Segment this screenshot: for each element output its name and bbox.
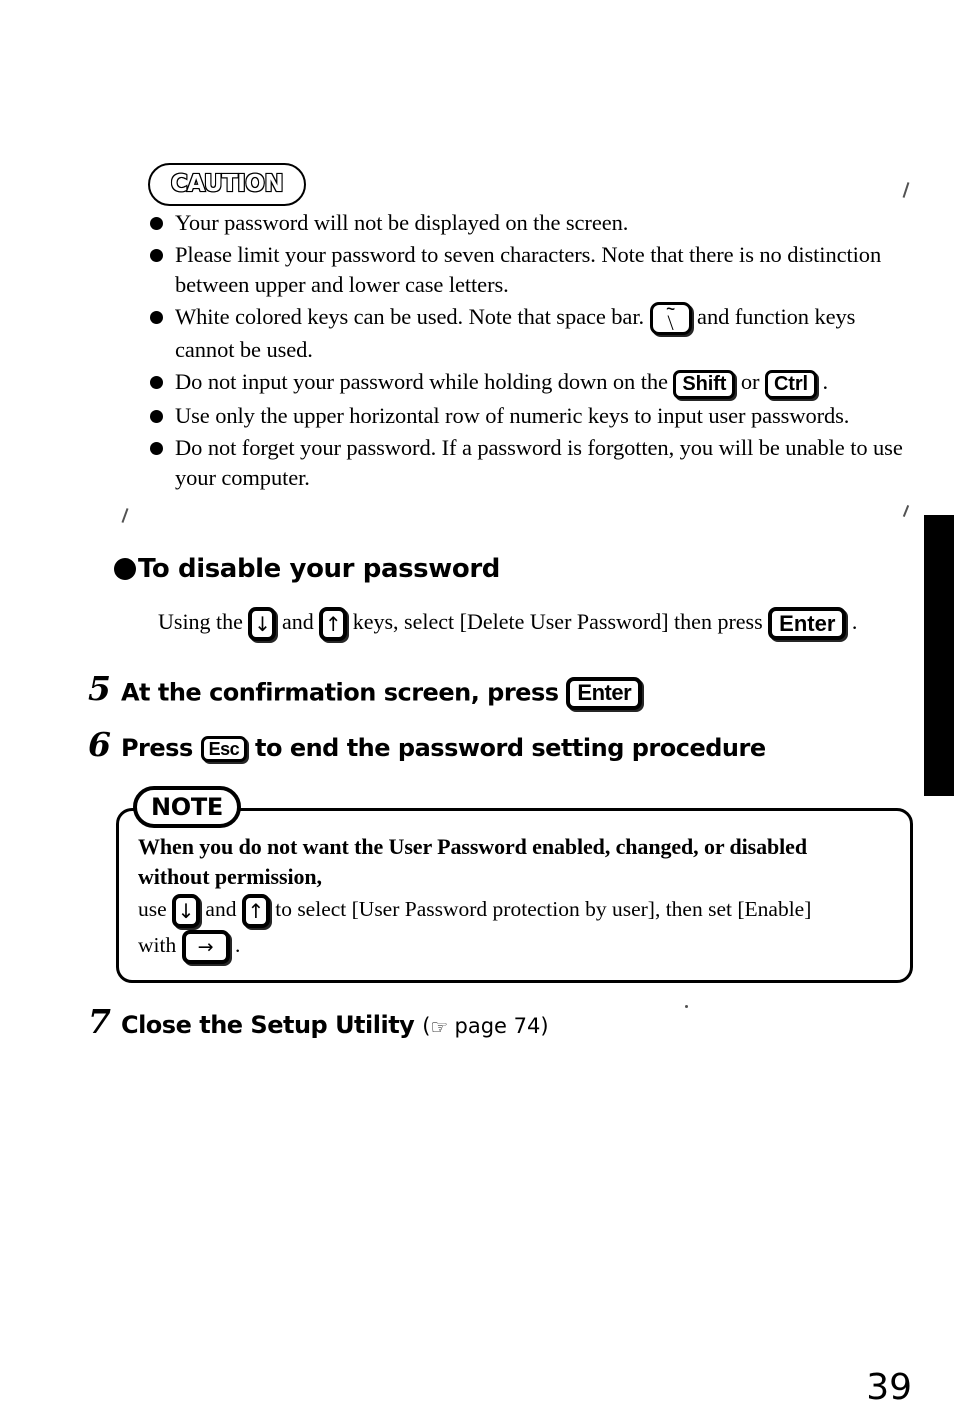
text-run: Do not input your password while holding… (175, 369, 674, 395)
text-run: with (138, 933, 182, 958)
caution-bullet-do-not-forget: Do not forget your password. If a passwo… (150, 433, 910, 493)
caution-header: CAUTION (148, 163, 306, 206)
scan-artifact (902, 182, 910, 198)
bullet-dot-icon (150, 441, 163, 455)
backslash-glyph: \ (667, 309, 674, 335)
key-enter: Enter (768, 607, 847, 641)
text-run: Please limit your password to seven char… (175, 242, 882, 297)
note-line-2: without permission, (138, 862, 898, 892)
text-run: . (817, 369, 829, 395)
note-line-4: with → . (138, 928, 898, 965)
key-: ↑ (241, 894, 270, 929)
section-edge-tab (924, 515, 954, 796)
scan-artifact (121, 508, 129, 523)
page-reference: ( (422, 1014, 431, 1038)
text-run: . (229, 933, 241, 958)
step-7-text: Close the Setup Utility (☞ page 74) (121, 1013, 549, 1037)
step-6-text: Press Esc to end the password setting pr… (121, 736, 766, 762)
scan-artifact (685, 1005, 688, 1008)
key-esc: Esc (200, 736, 248, 762)
caution-bullet-shift-ctrl: Do not input your password while holding… (150, 367, 910, 399)
pointing-hand-icon: ☞ (430, 1015, 448, 1039)
step-7: 7 Close the Setup Utility (☞ page 74) (88, 1005, 549, 1038)
caution-pill: CAUTION (148, 163, 306, 206)
manual-page: CAUTION Your password will not be displa… (0, 0, 954, 1428)
caution-bullet-text: Do not input your password while holding… (175, 367, 910, 399)
text-run: At the confirmation screen, press (120, 678, 567, 706)
key-: ↓ (248, 606, 277, 641)
note-line-3: use ↓ and ↑ to select [User Password pro… (138, 892, 898, 929)
step-6: 6 Press Esc to end the password setting … (88, 728, 766, 762)
key-: ↑ (319, 606, 348, 641)
caution-bullet-list: Your password will not be displayed on t… (150, 208, 910, 495)
text-run: to end the password setting procedure (247, 734, 766, 762)
bullet-dot-icon (114, 558, 136, 580)
text-run: and (200, 897, 242, 921)
text-run: use (138, 897, 173, 921)
caution-bullet-seven-chars: Please limit your password to seven char… (150, 240, 910, 300)
key-ctrl: Ctrl (764, 369, 817, 399)
text-run: keys, select [Delete User Password] then… (347, 609, 769, 634)
caution-bullet-no-display: Your password will not be displayed on t… (150, 208, 910, 238)
bullet-dot-icon (150, 249, 163, 262)
caution-bullet-text: Use only the upper horizontal row of num… (175, 401, 910, 431)
caution-bullet-white-keys: White colored keys can be used. Note tha… (150, 302, 910, 365)
caution-label: CAUTION (170, 171, 285, 197)
step-5-text: At the confirmation screen, press Enter (120, 676, 643, 710)
note-line-1: When you do not want the User Password e… (138, 832, 898, 862)
disable-password-body: Using the ↓ and ↑ keys, select [Delete U… (158, 605, 918, 641)
text-run: to select [User Password protection by u… (269, 897, 812, 921)
note-tab: NOTE (133, 786, 241, 828)
text-run: Use only the upper horizontal row of num… (175, 402, 850, 428)
key-: ↓ (172, 894, 201, 929)
caution-bullet-text: Do not forget your password. If a passwo… (175, 433, 910, 493)
step-7-number: 7 (88, 1002, 111, 1041)
key-: → (181, 930, 230, 965)
bullet-dot-icon (150, 311, 163, 324)
page-reference: page 74) (447, 1014, 549, 1038)
disable-password-heading: To disable your password (114, 556, 500, 582)
bullet-dot-icon (150, 376, 163, 390)
text-run: without permission, (138, 864, 322, 889)
text-run: Using the (158, 609, 249, 634)
key-enter: Enter (566, 676, 643, 710)
step-5: 5 At the confirmation screen, press Ente… (88, 669, 643, 710)
text-run: Your password will not be displayed on t… (175, 210, 629, 235)
key-shift: Shift (673, 369, 736, 399)
text-run: White colored keys can be used. Note tha… (175, 304, 650, 329)
text-run: and (276, 609, 320, 634)
text-run: or (735, 369, 765, 395)
scan-artifact (902, 505, 910, 517)
bullet-dot-icon (150, 217, 163, 230)
text-run: Do not forget your password. If a passwo… (175, 434, 903, 490)
caution-bullet-text: White colored keys can be used. Note tha… (175, 302, 910, 365)
text-run: . (846, 609, 858, 634)
page-number: 39 (866, 1367, 912, 1408)
note-body: When you do not want the User Password e… (138, 832, 898, 965)
caution-bullet-numeric-row: Use only the upper horizontal row of num… (150, 401, 910, 431)
step-5-number: 5 (88, 669, 111, 708)
text-run: When you do not want the User Password e… (138, 834, 807, 859)
disable-password-heading-label: To disable your password (138, 554, 500, 584)
text-run: Close the Setup Utility (120, 1011, 423, 1039)
note-tab-label: NOTE (150, 793, 224, 821)
caution-bullet-text: Please limit your password to seven char… (175, 240, 910, 300)
caution-bullet-text: Your password will not be displayed on t… (175, 208, 910, 238)
bullet-dot-icon (150, 409, 163, 423)
step-6-number: 6 (88, 725, 111, 764)
key-tilde-backslash: ~ \ (649, 302, 692, 336)
text-run: Press (120, 734, 201, 762)
